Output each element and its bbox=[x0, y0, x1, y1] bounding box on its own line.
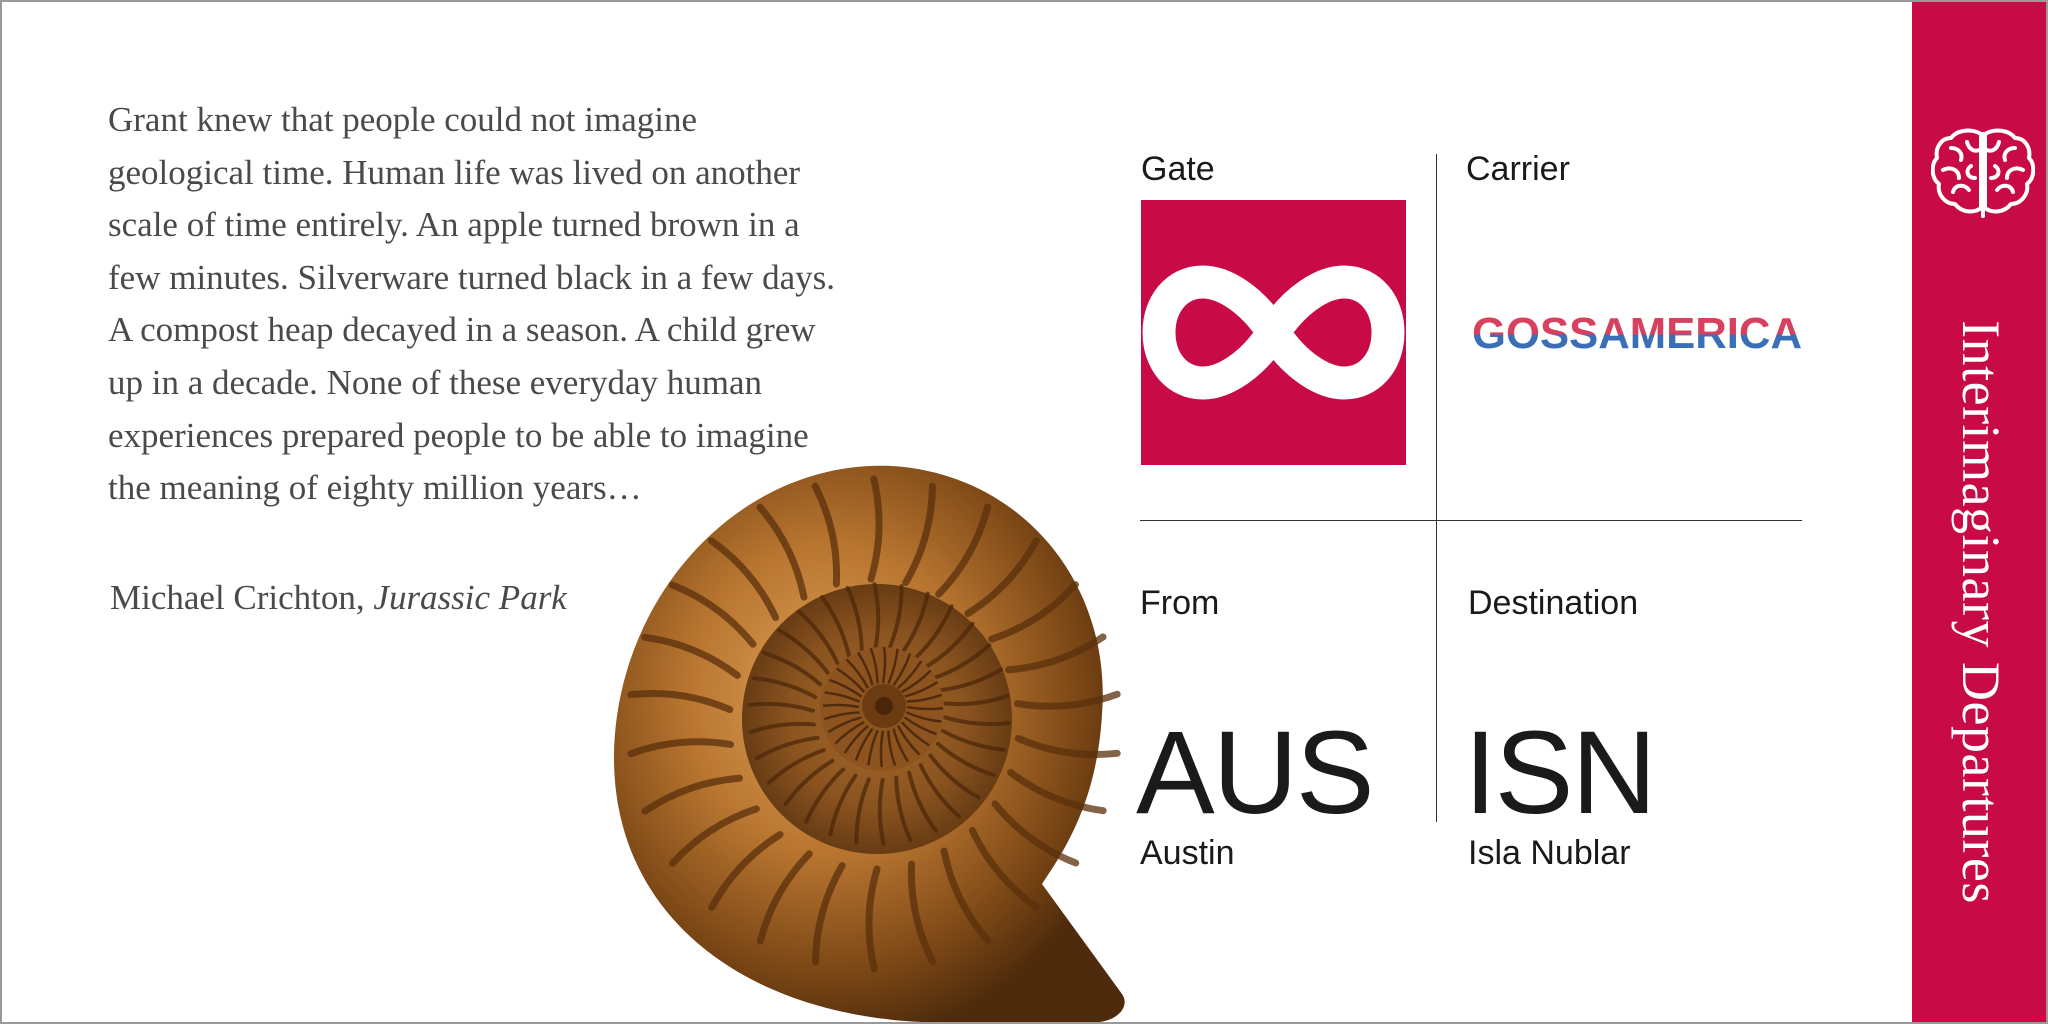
quote-work-title: Jurassic Park bbox=[373, 578, 567, 617]
from-code: AUS bbox=[1136, 707, 1375, 839]
quote-line: scale of time entirely. An apple turned … bbox=[108, 205, 800, 245]
quote-line: Grant knew that people could not imagine bbox=[108, 100, 698, 139]
carrier-logo: GOSSAMERICA bbox=[1472, 309, 1802, 358]
from-label: From bbox=[1140, 584, 1220, 622]
grid-divider-vertical bbox=[1436, 154, 1437, 822]
quote-line: up in a decade. None of these everyday h… bbox=[108, 362, 763, 402]
boarding-pass: Grant knew that people could not imagine… bbox=[0, 0, 2048, 1024]
sidebar-stub: Interimaginary Departures bbox=[1912, 2, 2046, 1022]
from-city: Austin bbox=[1140, 834, 1235, 872]
ammonite-fossil-image bbox=[613, 465, 1125, 1022]
sidebar-title: Interimaginary Departures bbox=[1951, 320, 2011, 904]
carrier-name: GOSSAMERICA bbox=[1472, 309, 1802, 358]
quote-author: Michael Crichton, bbox=[110, 578, 365, 617]
quote-line: few minutes. Silverware turned black in … bbox=[108, 257, 835, 297]
destination-label: Destination bbox=[1468, 584, 1639, 622]
gate-label: Gate bbox=[1141, 150, 1215, 188]
infinity-icon bbox=[1142, 265, 1405, 400]
gate-badge bbox=[1141, 200, 1406, 465]
quote-line: geological time. Human life was lived on… bbox=[108, 152, 801, 192]
carrier-label: Carrier bbox=[1466, 150, 1570, 188]
grid-divider-horizontal bbox=[1140, 520, 1802, 521]
quote-text: Grant knew that people could not imagine… bbox=[108, 94, 888, 515]
quote-line: A compost heap decayed in a season. A ch… bbox=[108, 310, 816, 350]
brain-icon bbox=[1931, 128, 2035, 218]
destination-code: ISN bbox=[1464, 707, 1657, 839]
quote-attribution: Michael Crichton, Jurassic Park bbox=[110, 578, 567, 618]
destination-city: Isla Nublar bbox=[1468, 834, 1631, 872]
